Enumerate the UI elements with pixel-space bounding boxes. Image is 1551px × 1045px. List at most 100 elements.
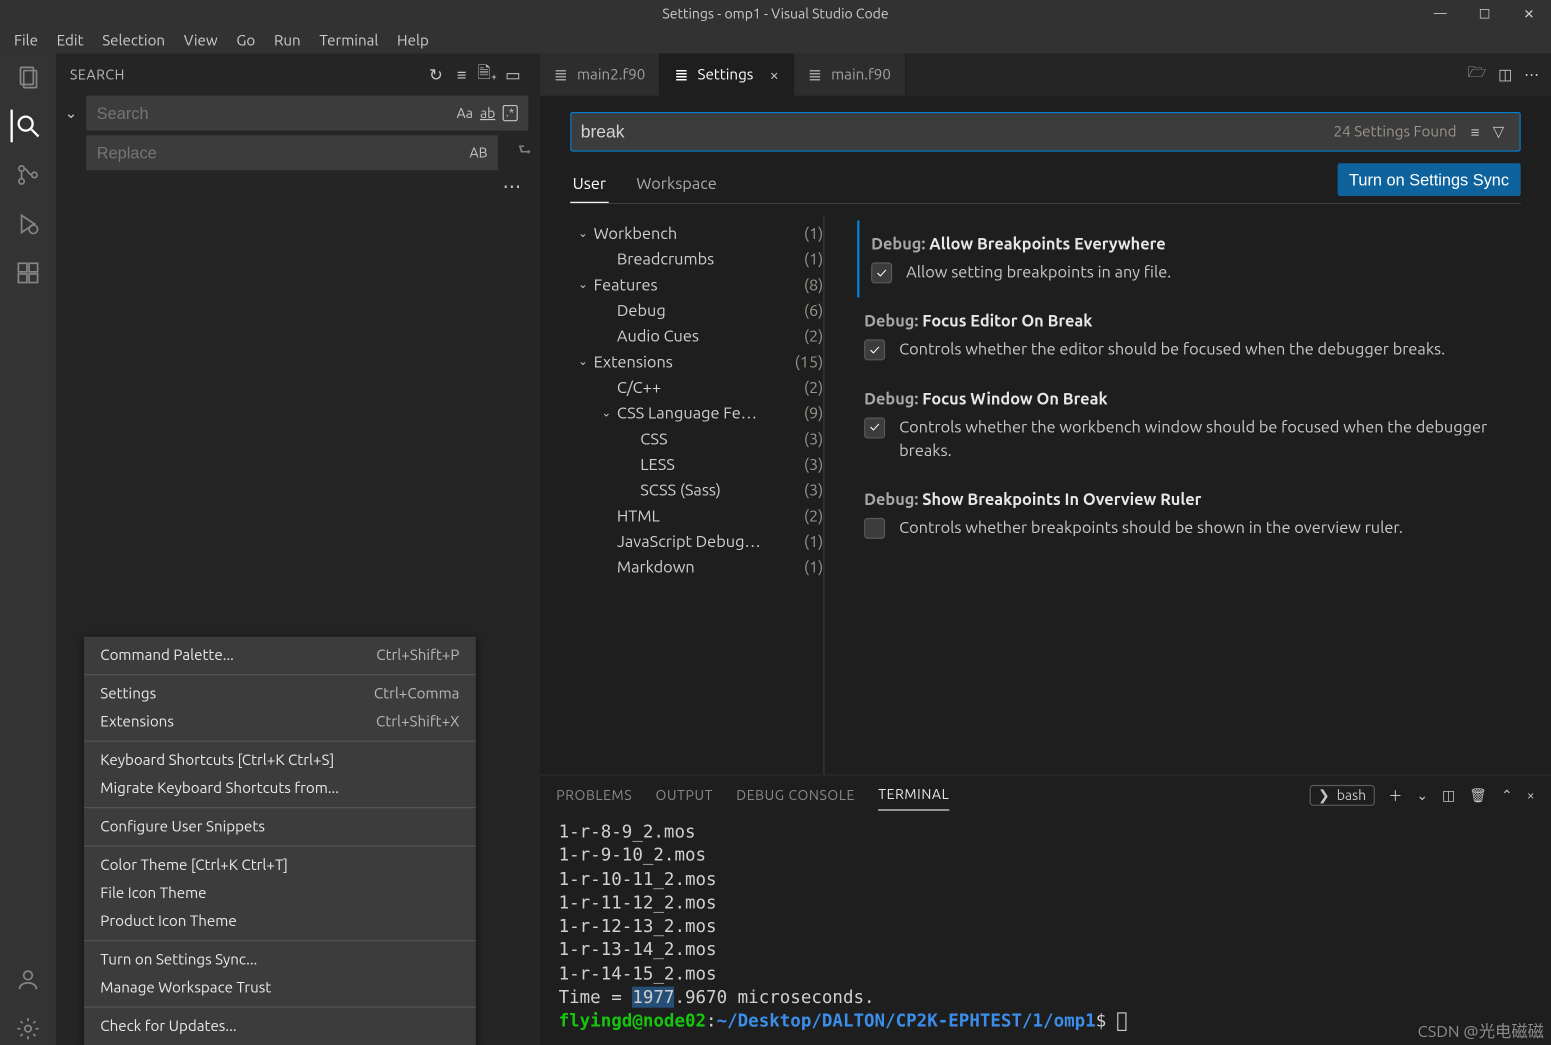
terminal-output[interactable]: 1-r-8-9_2.mos 1-r-9-10_2.mos 1-r-10-11_2…	[540, 815, 1551, 1045]
setting-description: Allow setting breakpoints in any file.	[906, 260, 1171, 284]
menu-edit[interactable]: Edit	[47, 30, 93, 51]
toc-item[interactable]: ⌄Features(8)	[570, 272, 823, 298]
toc-label: Markdown	[617, 557, 797, 576]
context-menu-item[interactable]: File Icon Theme	[84, 879, 476, 907]
match-case-icon[interactable]: Aa	[457, 106, 473, 121]
context-menu-item[interactable]: Command Palette...Ctrl+Shift+P	[84, 641, 476, 669]
context-menu-item[interactable]: Product Icon Theme	[84, 907, 476, 935]
toc-item[interactable]: SCSS (Sass)(3)	[570, 477, 823, 503]
toc-item[interactable]: Markdown (1)	[570, 554, 823, 580]
kill-terminal-icon[interactable]: 🗑	[1469, 787, 1487, 803]
whole-word-icon[interactable]: ab	[480, 106, 495, 121]
close-icon[interactable]: ×	[770, 65, 779, 84]
preserve-case-icon[interactable]: AB	[469, 145, 487, 160]
tab-main[interactable]: ≣ main.f90	[794, 54, 906, 96]
terminal-dropdown-icon[interactable]: ⌄	[1416, 787, 1428, 803]
settings-toc: ⌄Workbench(1)Breadcrumbs(1)⌄Features(8)D…	[570, 216, 824, 775]
context-menu-item[interactable]: Color Theme [Ctrl+K Ctrl+T]	[84, 851, 476, 879]
menu-help[interactable]: Help	[388, 30, 438, 51]
tab-settings[interactable]: ≣ Settings ×	[660, 54, 794, 96]
gear-icon[interactable]	[12, 1012, 45, 1045]
debug-icon[interactable]	[12, 208, 45, 241]
collapse-icon[interactable]: ▭	[500, 65, 526, 85]
split-terminal-icon[interactable]: ◫	[1442, 787, 1455, 803]
accounts-icon[interactable]	[12, 963, 45, 996]
tab-main2[interactable]: ≣ main2.f90	[540, 54, 661, 96]
toc-item[interactable]: ⌄Workbench(1)	[570, 220, 823, 246]
setting-checkbox[interactable]	[864, 518, 885, 539]
context-menu-item[interactable]: Migrate Keyboard Shortcuts from...	[84, 774, 476, 802]
toc-item[interactable]: CSS(3)	[570, 426, 823, 452]
more-options-icon[interactable]: ⋯	[56, 170, 540, 201]
panel-tab-terminal[interactable]: TERMINAL	[878, 780, 949, 810]
setting-checkbox[interactable]: ✓	[871, 262, 892, 283]
panel-tab-output[interactable]: OUTPUT	[656, 781, 713, 810]
scope-workspace[interactable]: Workspace	[634, 164, 719, 201]
context-menu-item[interactable]: SettingsCtrl+Comma	[84, 680, 476, 708]
window-close[interactable]: ✕	[1507, 0, 1551, 28]
search-input[interactable]: Aa ab .*	[86, 96, 528, 131]
setting-checkbox[interactable]: ✓	[864, 340, 885, 361]
toc-item[interactable]: C/C++(2)	[570, 374, 823, 400]
menu-view[interactable]: View	[174, 30, 227, 51]
settings-sync-button[interactable]: Turn on Settings Sync	[1337, 163, 1520, 196]
context-menu-item[interactable]: Turn on Settings Sync...	[84, 946, 476, 974]
context-menu-item[interactable]: Configure User Snippets	[84, 813, 476, 841]
toc-item[interactable]: JavaScript Debug…(1)	[570, 528, 823, 554]
menu-file[interactable]: File	[5, 30, 48, 51]
setting-checkbox[interactable]: ✓	[864, 417, 885, 438]
context-menu-item[interactable]: Manage Workspace Trust	[84, 974, 476, 1002]
replace-input[interactable]: AB	[86, 135, 498, 170]
toc-count: (1)	[804, 557, 823, 576]
settings-search-input[interactable]	[581, 122, 1334, 142]
toc-item[interactable]: HTML(2)	[570, 503, 823, 529]
new-file-icon[interactable]: 🗎₊	[475, 61, 501, 89]
settings-list: Debug: Allow Breakpoints Everywhere✓Allo…	[824, 216, 1520, 775]
tab-label: main2.f90	[577, 66, 645, 82]
clear-icon[interactable]: ≡	[449, 65, 475, 84]
toc-item[interactable]: Breadcrumbs(1)	[570, 246, 823, 272]
filter-icon[interactable]: ▽	[1487, 123, 1510, 140]
clear-search-icon[interactable]: ≡	[1464, 123, 1487, 140]
more-icon[interactable]: ⋯	[1524, 66, 1539, 83]
menu-run[interactable]: Run	[265, 30, 310, 51]
new-terminal-icon[interactable]: ＋	[1388, 785, 1402, 805]
scope-user[interactable]: User	[570, 164, 608, 202]
terminal-shell[interactable]: ❯ bash	[1310, 785, 1375, 806]
context-menu-item[interactable]: ExtensionsCtrl+Shift+X	[84, 708, 476, 736]
maximize-panel-icon[interactable]: ⌃	[1501, 787, 1513, 803]
panel-tab-problems[interactable]: PROBLEMS	[556, 781, 632, 810]
toc-count: (9)	[804, 404, 823, 423]
chevron-down-icon[interactable]: ⌄	[56, 104, 86, 121]
menu-item-label: Command Palette...	[100, 647, 376, 663]
close-panel-icon[interactable]: ×	[1527, 788, 1535, 803]
regex-icon[interactable]: .*	[502, 105, 517, 121]
toc-item[interactable]: Debug(6)	[570, 297, 823, 323]
settings-search[interactable]: 24 Settings Found ≡ ▽	[570, 112, 1520, 152]
window-maximize[interactable]: ☐	[1462, 0, 1506, 28]
explorer-icon[interactable]	[12, 61, 45, 94]
context-menu-item[interactable]: Keyboard Shortcuts [Ctrl+K Ctrl+S]	[84, 746, 476, 774]
search-field[interactable]	[97, 104, 457, 123]
chevron-down-icon: ⌄	[573, 355, 594, 369]
open-editors-icon[interactable]: 🗁	[1468, 62, 1487, 88]
toc-item[interactable]: ⌄Extensions(15)	[570, 349, 823, 375]
menu-terminal[interactable]: Terminal	[310, 30, 388, 51]
toc-item[interactable]: LESS(3)	[570, 451, 823, 477]
menu-selection[interactable]: Selection	[93, 30, 175, 51]
split-editor-icon[interactable]: ◫	[1498, 66, 1512, 83]
extensions-icon[interactable]	[12, 257, 45, 290]
window-minimize[interactable]: —	[1418, 0, 1462, 28]
search-icon[interactable]	[10, 110, 43, 143]
replace-all-icon[interactable]: ⮑	[510, 140, 540, 166]
title-bar: Settings - omp1 - Visual Studio Code — ☐…	[0, 0, 1551, 28]
menu-go[interactable]: Go	[227, 30, 265, 51]
scm-icon[interactable]	[12, 159, 45, 192]
toc-item[interactable]: ⌄CSS Language Fe…(9)	[570, 400, 823, 426]
refresh-icon[interactable]: ↻	[423, 65, 449, 85]
toc-item[interactable]: Audio Cues(2)	[570, 323, 823, 349]
panel-tab-debug[interactable]: DEBUG CONSOLE	[736, 781, 855, 810]
context-menu-item[interactable]: Check for Updates...	[84, 1012, 476, 1040]
chevron-down-icon: ⌄	[596, 406, 617, 420]
replace-field[interactable]	[97, 143, 470, 162]
